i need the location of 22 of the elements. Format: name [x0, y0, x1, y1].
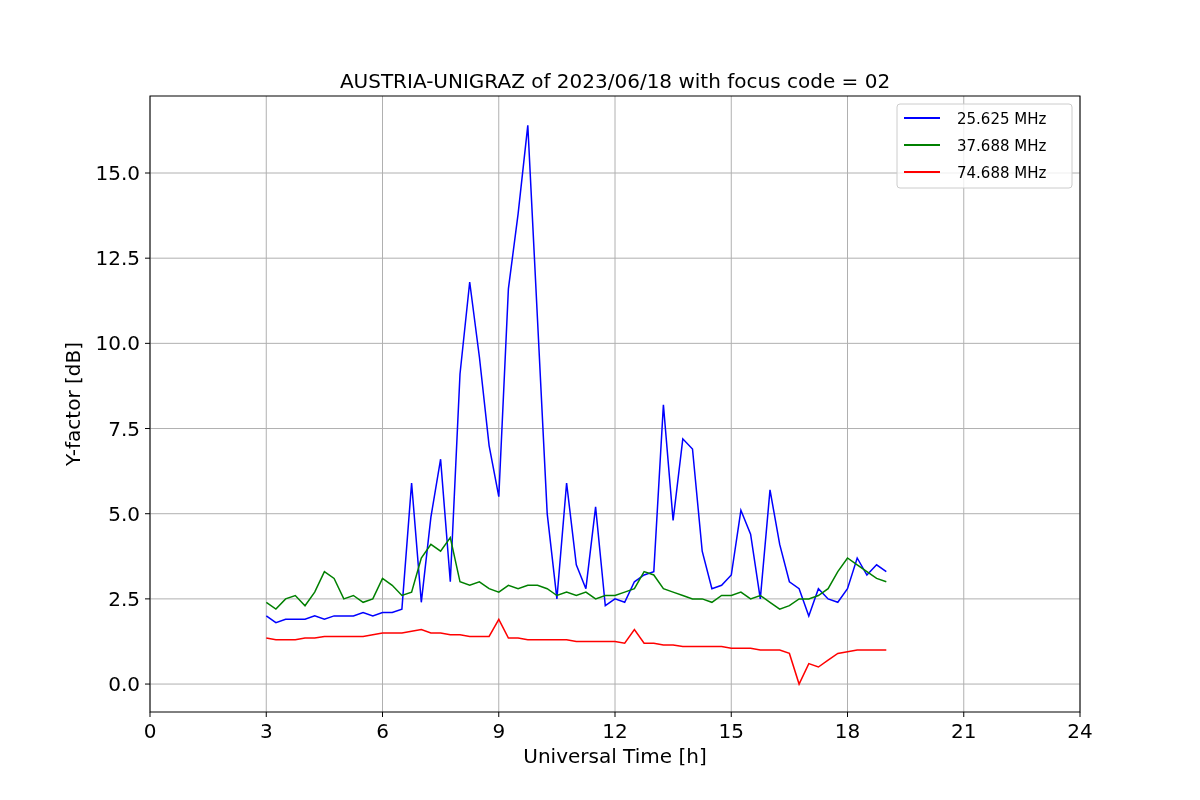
tick-label: 5.0: [108, 501, 140, 526]
tick-label: 24: [1067, 719, 1093, 743]
tick-label: 21: [951, 719, 977, 743]
tick-label: 15: [718, 719, 744, 743]
tick-label: 10.0: [95, 331, 140, 356]
tick-label: 6: [376, 719, 389, 743]
y-axis-label: Y-factor [dB]: [61, 342, 85, 466]
tick-label: 7.5: [108, 416, 140, 441]
tick-label: 12: [602, 719, 628, 743]
tick-label: 2.5: [108, 586, 140, 611]
legend-label: 74.688 MHz: [957, 164, 1047, 182]
tick-label: 3: [259, 719, 273, 743]
tick-label: 18: [834, 719, 861, 743]
tick-label: 0.0: [108, 672, 140, 697]
tick-label: 0: [143, 719, 157, 743]
legend-label: 25.625 MHz: [957, 110, 1047, 128]
tick-label: 12.5: [95, 246, 140, 271]
x-axis-label: Universal Time [h]: [523, 744, 707, 768]
tick-label: 15.0: [95, 161, 140, 185]
legend-label: 37.688 MHz: [957, 137, 1047, 155]
tick-label: 9: [492, 719, 506, 743]
chart-title: AUSTRIA-UNIGRAZ of 2023/06/18 with focus code = 02: [339, 69, 891, 93]
